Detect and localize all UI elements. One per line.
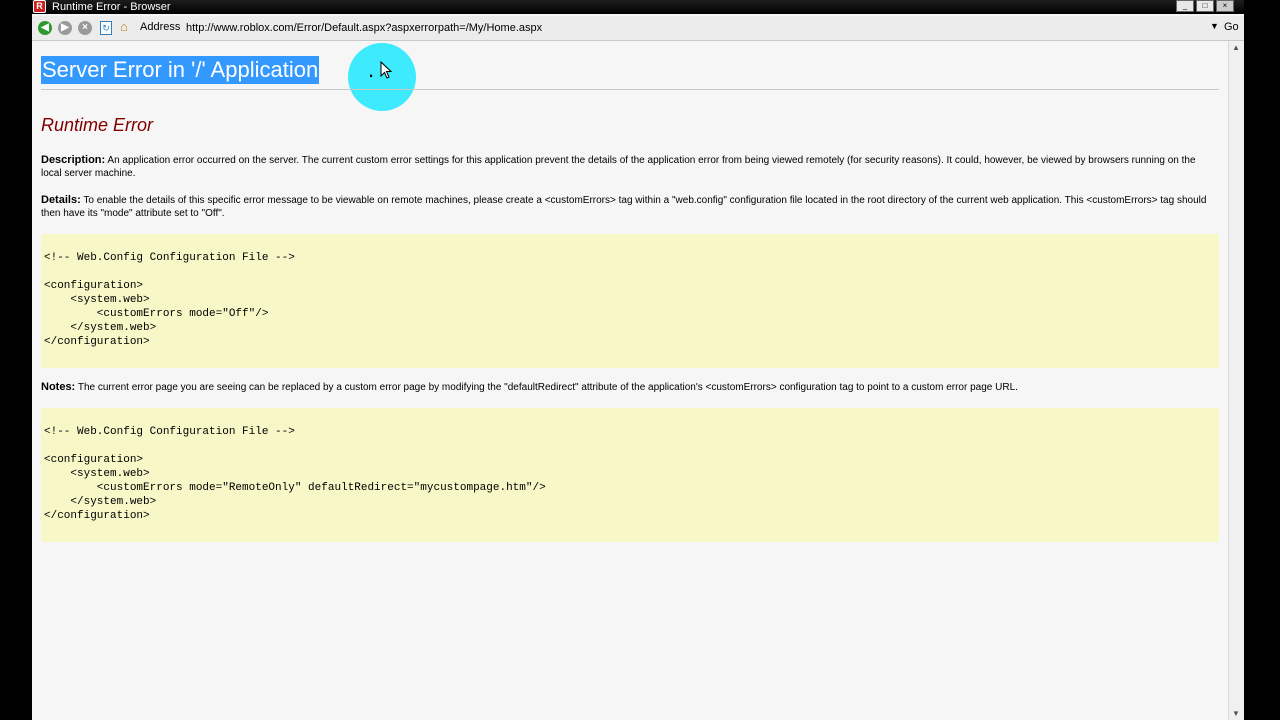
window-title: Runtime Error - Browser bbox=[52, 1, 171, 13]
description-paragraph: Description: An application error occurr… bbox=[41, 154, 1211, 180]
runtime-error-heading: Runtime Error bbox=[41, 115, 154, 135]
details-paragraph: Details: To enable the details of this s… bbox=[41, 194, 1211, 220]
back-arrow-icon[interactable]: ◀ bbox=[38, 21, 52, 35]
go-button[interactable]: Go bbox=[1224, 21, 1239, 33]
description-text: An application error occurred on the ser… bbox=[41, 155, 1196, 179]
forward-arrow-icon[interactable]: ▶ bbox=[58, 21, 72, 35]
title-divider bbox=[41, 89, 1219, 90]
address-toolbar: ◀ ▶ × ↻ ⌂ Address http://www.roblox.com/… bbox=[32, 16, 1244, 41]
refresh-icon[interactable]: ↻ bbox=[100, 21, 112, 35]
page-content: Server Error in '/' Application . Runtim… bbox=[32, 41, 1228, 720]
page-title: Server Error in '/' Application bbox=[41, 56, 320, 84]
notes-paragraph: Notes: The current error page you are se… bbox=[41, 381, 1211, 394]
vertical-scrollbar[interactable]: ▲ ▼ bbox=[1228, 41, 1244, 720]
app-icon: R bbox=[33, 0, 46, 13]
config-code-block-remote: <!-- Web.Config Configuration File --> <… bbox=[41, 408, 1219, 542]
stop-icon[interactable]: × bbox=[78, 21, 92, 35]
close-button[interactable]: × bbox=[1216, 0, 1234, 12]
home-icon[interactable]: ⌂ bbox=[120, 20, 134, 34]
page-title-tail: . bbox=[368, 57, 375, 82]
maximize-button[interactable]: □ bbox=[1196, 0, 1214, 12]
window-controls: _ □ × bbox=[1176, 0, 1234, 12]
details-label: Details: bbox=[41, 194, 81, 206]
mouse-cursor-icon bbox=[380, 61, 392, 79]
description-label: Description: bbox=[41, 154, 106, 166]
address-input[interactable]: http://www.roblox.com/Error/Default.aspx… bbox=[184, 20, 1204, 36]
minimize-button[interactable]: _ bbox=[1176, 0, 1194, 12]
scroll-up-icon[interactable]: ▲ bbox=[1232, 43, 1240, 52]
config-code-block-off: <!-- Web.Config Configuration File --> <… bbox=[41, 234, 1219, 368]
notes-label: Notes: bbox=[41, 381, 76, 393]
details-text: To enable the details of this specific e… bbox=[41, 195, 1207, 219]
browser-window: R Runtime Error - Browser _ □ × ◀ ▶ × ↻ … bbox=[32, 0, 1244, 720]
title-bar: R Runtime Error - Browser _ □ × bbox=[32, 0, 1244, 14]
scroll-down-icon[interactable]: ▼ bbox=[1232, 709, 1240, 718]
config-code-remote: <!-- Web.Config Configuration File --> <… bbox=[44, 426, 546, 522]
address-label: Address bbox=[140, 21, 181, 33]
address-dropdown-icon[interactable]: ▼ bbox=[1210, 21, 1219, 31]
config-code-off: <!-- Web.Config Configuration File --> <… bbox=[44, 252, 295, 348]
notes-text: The current error page you are seeing ca… bbox=[75, 382, 1018, 393]
